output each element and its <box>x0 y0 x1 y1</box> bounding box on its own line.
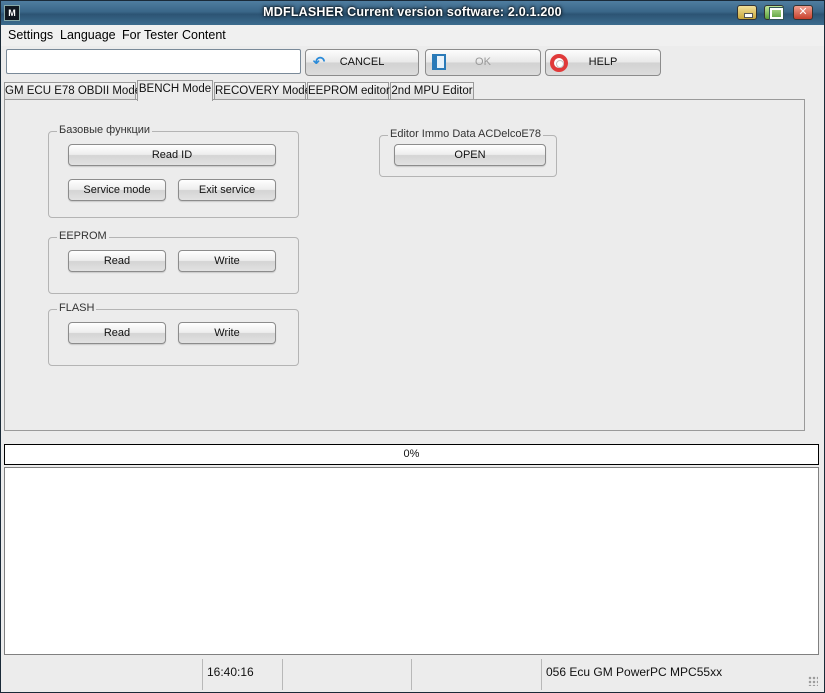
resize-grip-icon[interactable] <box>808 676 818 686</box>
editor-immo-group: Editor Immo Data ACDelcoE78 OPEN <box>379 128 557 177</box>
tab-gm-ecu-e78-obdii[interactable]: GM ECU E78 OBDII Mode <box>4 82 141 100</box>
title-bar[interactable]: M MDFLASHER Current version software: 2.… <box>1 1 824 25</box>
undo-arrow-icon: ↶ <box>312 54 326 71</box>
basic-functions-title: Базовые функции <box>57 124 153 136</box>
cancel-label: CANCEL <box>339 56 385 68</box>
eeprom-read-button[interactable]: Read <box>68 250 166 272</box>
flash-read-button[interactable]: Read <box>68 322 166 344</box>
window-title: MDFLASHER Current version software: 2.0.… <box>263 5 562 19</box>
bench-mode-panel: Базовые функции Read ID Service mode Exi… <box>4 99 805 431</box>
close-button[interactable]: ✕ <box>793 5 813 20</box>
progress-bar: 0% <box>4 444 819 465</box>
status-cell-1 <box>1 659 203 690</box>
log-output[interactable] <box>4 467 819 655</box>
app-window: M MDFLASHER Current version software: 2.… <box>0 0 825 693</box>
progress-label: 0% <box>403 448 420 460</box>
eeprom-group: EEPROM Read Write <box>48 230 299 294</box>
command-input[interactable] <box>6 49 301 74</box>
service-mode-button[interactable]: Service mode <box>68 179 166 201</box>
tab-recovery-mode[interactable]: RECOVERY Mode <box>214 82 311 100</box>
menu-bar: Settings Language For Tester Content <box>1 25 824 46</box>
tab-eeprom-editor[interactable]: EEPROM editor <box>307 82 390 100</box>
lifebuoy-icon <box>550 54 568 72</box>
basic-functions-group: Базовые функции Read ID Service mode Exi… <box>48 124 299 218</box>
help-label: HELP <box>588 56 618 68</box>
cancel-button[interactable]: ↶ CANCEL <box>305 49 419 76</box>
status-cell-4 <box>412 659 542 690</box>
help-button[interactable]: HELP <box>545 49 661 76</box>
menu-language[interactable]: Language <box>60 28 116 42</box>
open-editor-button[interactable]: OPEN <box>394 144 546 166</box>
tab-bench-mode[interactable]: BENCH Mode <box>137 80 213 101</box>
tab-2nd-mpu-editor[interactable]: 2nd MPU Editor <box>390 82 474 100</box>
eeprom-write-button[interactable]: Write <box>178 250 276 272</box>
flash-title: FLASH <box>57 302 97 314</box>
ok-button[interactable]: OK <box>425 49 541 76</box>
status-cell-3 <box>283 659 412 690</box>
close-icon: ✕ <box>798 6 808 18</box>
exit-door-icon <box>432 54 446 70</box>
eeprom-title: EEPROM <box>57 230 109 242</box>
editor-immo-title: Editor Immo Data ACDelcoE78 <box>388 128 544 140</box>
flash-write-button[interactable]: Write <box>178 322 276 344</box>
menu-for-tester[interactable]: For Tester <box>122 28 178 42</box>
maximize-button[interactable] <box>764 5 784 20</box>
exit-service-button[interactable]: Exit service <box>178 179 276 201</box>
menu-content[interactable]: Content <box>182 28 226 42</box>
status-bar: 16:40:16 056 Ecu GM PowerPC MPC55xx <box>1 657 824 692</box>
flash-group: FLASH Read Write <box>48 302 299 366</box>
minimize-button[interactable] <box>737 5 757 20</box>
menu-settings[interactable]: Settings <box>8 28 53 42</box>
ok-label: OK <box>475 56 491 68</box>
status-time: 16:40:16 <box>203 659 283 690</box>
status-ecu: 056 Ecu GM PowerPC MPC55xx <box>546 665 723 679</box>
read-id-button[interactable]: Read ID <box>68 144 276 166</box>
